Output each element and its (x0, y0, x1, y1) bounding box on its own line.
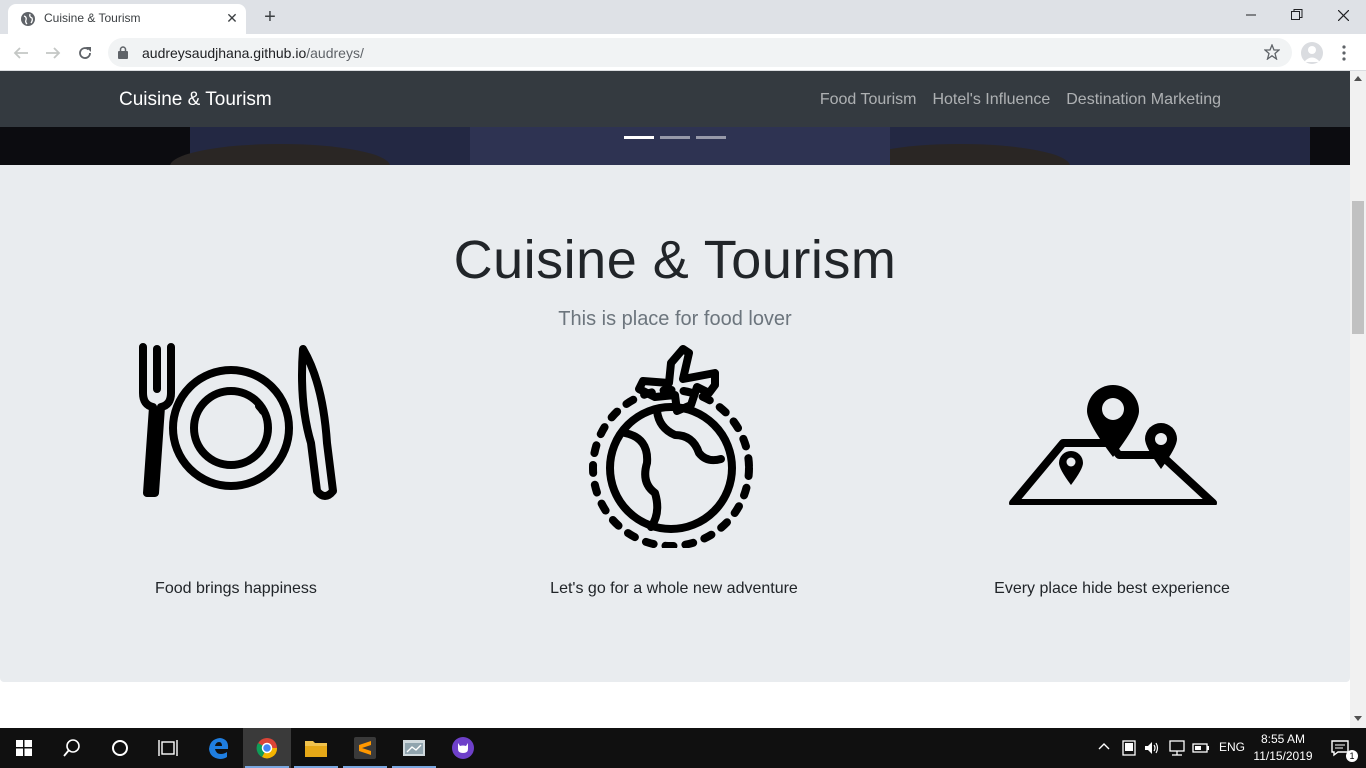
bookmark-star-icon[interactable] (1264, 44, 1280, 60)
start-button[interactable] (0, 728, 48, 768)
page-subtitle: This is place for food lover (558, 308, 792, 330)
navbar-brand[interactable]: Cuisine & Tourism (119, 89, 272, 111)
app-window-icon[interactable] (390, 728, 438, 768)
globe-favicon-icon (21, 12, 35, 26)
feature-caption: Food brings happiness (155, 580, 317, 597)
browser-tab[interactable]: Cuisine & Tourism ✕ (8, 4, 246, 34)
profile-avatar[interactable] (1301, 42, 1323, 64)
url-text[interactable]: audreysaudjhana.github.io/audreys/ (142, 45, 364, 61)
close-window-button[interactable] (1320, 0, 1366, 30)
language-indicator[interactable]: ENG (1219, 740, 1245, 754)
lock-icon[interactable] (118, 46, 128, 59)
browser-menu-icon[interactable] (1336, 43, 1352, 63)
nav-link-food-tourism[interactable]: Food Tourism (820, 91, 917, 109)
address-bar[interactable]: audreysaudjhana.github.io/audreys/ (108, 38, 1292, 67)
feature-adventure: Let's go for a whole new adventure (494, 343, 854, 597)
feature-experience: Every place hide best experience (932, 343, 1292, 597)
task-view-icon[interactable] (144, 728, 192, 768)
carousel-indicator-1[interactable] (624, 136, 654, 139)
carousel-indicator-2[interactable] (660, 136, 690, 139)
minimize-button[interactable] (1228, 0, 1274, 30)
map-pins-icon (1009, 385, 1217, 505)
restore-button[interactable] (1274, 0, 1320, 30)
carousel-indicators (624, 136, 726, 139)
browser-toolbar: audreysaudjhana.github.io/audreys/ (0, 34, 1366, 71)
clock-date: 11/15/2019 (1253, 749, 1313, 763)
chevron-up-icon[interactable] (1098, 742, 1110, 750)
volume-icon[interactable] (1144, 740, 1160, 756)
globe-airplane-icon (589, 345, 753, 548)
nav-link-destination-marketing[interactable]: Destination Marketing (1066, 91, 1221, 109)
page-title: Cuisine & Tourism (453, 230, 897, 290)
tab-title: Cuisine & Tourism (44, 11, 141, 25)
forward-button[interactable] (42, 42, 64, 64)
new-tab-button[interactable]: + (260, 7, 280, 27)
browser-tab-strip: Cuisine & Tourism ✕ + (0, 0, 1366, 34)
feature-caption: Every place hide best experience (994, 580, 1230, 597)
dining-plate-icon (139, 343, 337, 500)
notification-count-badge: 1 (1346, 750, 1358, 762)
url-path: /audreys/ (306, 45, 364, 61)
carousel-indicator-3[interactable] (696, 136, 726, 139)
system-clock[interactable]: 8:55 AM 11/15/2019 (1248, 731, 1318, 765)
chrome-taskbar-icon[interactable] (243, 728, 291, 768)
reload-button[interactable] (74, 42, 96, 64)
cortana-icon[interactable] (96, 728, 144, 768)
windows-taskbar: ENG 8:55 AM 11/15/2019 1 (0, 728, 1366, 768)
tablet-icon[interactable] (1122, 740, 1136, 756)
sublime-text-icon[interactable] (341, 728, 389, 768)
feature-food: Food brings happiness (56, 343, 416, 597)
feature-caption: Let's go for a whole new adventure (550, 580, 798, 597)
github-desktop-icon[interactable] (439, 728, 487, 768)
scroll-up-arrow-icon[interactable] (1354, 75, 1362, 81)
page-scrollbar[interactable] (1350, 71, 1366, 728)
scroll-down-arrow-icon[interactable] (1354, 716, 1362, 722)
clock-time: 8:55 AM (1260, 732, 1306, 746)
action-center-button[interactable]: 1 (1316, 728, 1364, 768)
battery-icon[interactable] (1192, 740, 1210, 756)
jumbotron: Cuisine & Tourism This is place for food… (0, 165, 1350, 682)
scrollbar-thumb[interactable] (1352, 201, 1364, 334)
nav-link-hotels-influence[interactable]: Hotel's Influence (932, 91, 1050, 109)
nav-links: Food Tourism Hotel's Influence Destinati… (820, 91, 1221, 109)
carousel: Cuisine & Tourism Food Tourism Hotel's I… (0, 71, 1350, 165)
tab-close-icon[interactable]: ✕ (224, 10, 240, 26)
site-navbar: Cuisine & Tourism Food Tourism Hotel's I… (0, 71, 1350, 127)
back-button[interactable] (10, 42, 32, 64)
file-explorer-icon[interactable] (292, 728, 340, 768)
url-host: audreysaudjhana.github.io (142, 45, 307, 61)
edge-icon[interactable] (195, 728, 243, 768)
page-viewport: Cuisine & Tourism Food Tourism Hotel's I… (0, 71, 1350, 728)
network-icon[interactable] (1168, 740, 1186, 756)
search-icon[interactable] (48, 728, 96, 768)
